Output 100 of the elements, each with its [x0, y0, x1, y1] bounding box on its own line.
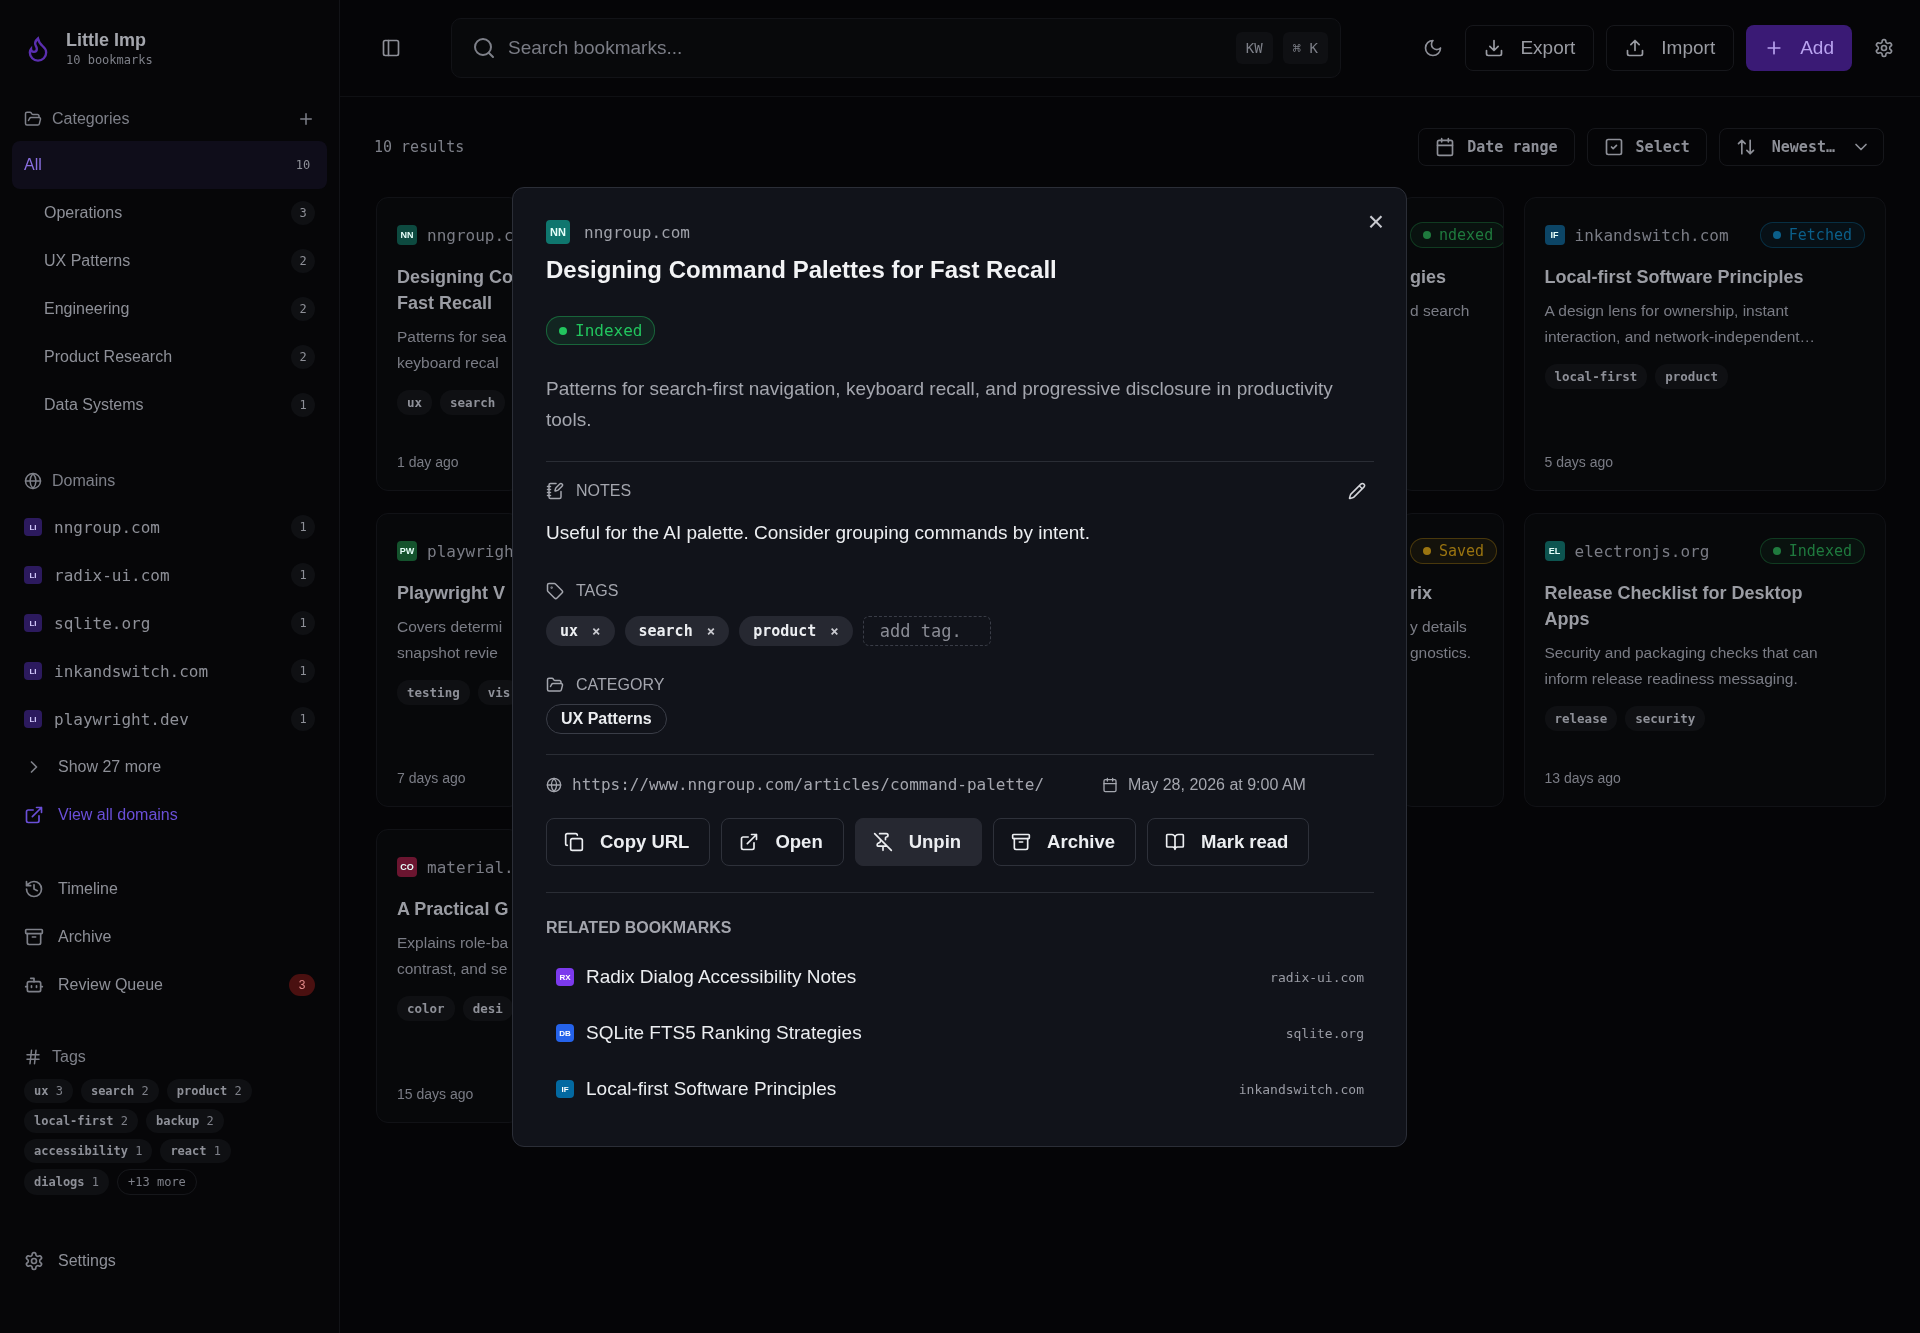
tag-input[interactable]: add tag. [862, 616, 991, 646]
calendar-icon [1435, 137, 1456, 157]
category-item[interactable]: All 10 [12, 141, 327, 189]
archive-icon [24, 927, 44, 947]
tag-count: 2 [234, 1084, 242, 1098]
favicon-initials: PW [397, 541, 417, 561]
tag-chip[interactable]: ux 3 [24, 1079, 73, 1103]
remove-tag-button[interactable]: × [830, 623, 839, 639]
search-bar[interactable]: Search bookmarks... KW ⌘ K [451, 18, 1341, 78]
action-button[interactable]: Copy URL [546, 818, 711, 866]
action-button[interactable]: Mark read [1147, 818, 1310, 866]
tag-chip[interactable]: local-first 2 [24, 1109, 138, 1133]
card-time: 13 days ago [1544, 770, 1621, 786]
domain-item[interactable]: LI playwright.dev 1 [12, 695, 327, 743]
remove-tag-button[interactable]: × [706, 623, 716, 639]
sort-dropdown[interactable]: Newest… [1718, 128, 1884, 166]
tag-chip[interactable]: search 2 [80, 1079, 159, 1103]
show-more-button[interactable]: Show 27 more [12, 743, 327, 791]
card-title: Apps [1544, 608, 1590, 631]
action-button[interactable]: Unpin [854, 818, 983, 866]
add-button[interactable]: Add [1746, 25, 1852, 71]
domain-item[interactable]: LI radix-ui.com 1 [12, 551, 327, 599]
category-item[interactable]: Product Research 2 [12, 333, 327, 381]
tag-chip: testing [397, 680, 470, 705]
favicon-initials: NN [546, 220, 570, 244]
tag-chip[interactable]: react 1 [160, 1139, 231, 1163]
remove-tag-button[interactable]: × [592, 623, 601, 639]
select-button[interactable]: Select [1586, 128, 1707, 166]
edit-icon[interactable] [1348, 482, 1366, 500]
related-bookmark[interactable]: DB SQLite FTS5 Ranking Strategies sqlite.org [546, 1005, 1374, 1061]
date-range-button[interactable]: Date range [1418, 128, 1575, 166]
card-domain: electronjs.org [1574, 541, 1710, 561]
item-count: 2 [291, 297, 315, 321]
sidebar-toggle-icon[interactable] [381, 38, 401, 58]
settings-icon[interactable] [1874, 38, 1894, 58]
tag-chip[interactable]: accessibility 1 [24, 1139, 153, 1163]
bookmark-url: https://www.nngroup.com/articles/command-palette/ [572, 775, 1044, 794]
category-item[interactable]: Engineering 2 [12, 285, 327, 333]
domain-item[interactable]: LI nngroup.com 1 [12, 503, 327, 551]
favicon-initials: IF [1544, 225, 1565, 245]
bookmark-description: Patterns for search-first navigation, keyboard recall, and progressive disclosure in productivity tools. [546, 377, 1334, 432]
favicon-initials: RX [556, 968, 574, 986]
search-field[interactable]: Search bookmarks... [506, 36, 1226, 60]
toolbar-button[interactable]: Import [1606, 25, 1735, 71]
tag-chip[interactable]: product 2 [166, 1079, 252, 1103]
card-domain: inkandswitch.com [1574, 225, 1729, 245]
favicon-initials: CO [397, 857, 417, 877]
tag-chip: product [1655, 364, 1728, 389]
close-button[interactable]: × [1367, 208, 1384, 236]
related-title: SQLite FTS5 Ranking Strategies [586, 1022, 862, 1044]
related-title: Local-first Software Principles [586, 1078, 837, 1100]
domain-item[interactable]: LI inkandswitch.com 1 [12, 647, 327, 695]
category-item[interactable]: Data Systems 1 [12, 381, 327, 429]
action-button[interactable]: Open [721, 818, 844, 866]
dialog-title: Designing Command Palettes for Fast Recall [546, 256, 1057, 284]
section-label: CATEGORY [576, 676, 665, 694]
card-description: y details [1410, 617, 1467, 637]
tag-chip[interactable]: dialogs 1 [24, 1169, 110, 1195]
section-label: NOTES [576, 482, 632, 500]
item-count: 1 [291, 611, 315, 635]
note-text: Useful for the AI palette. Consider grouping commands by intent. [546, 522, 1090, 544]
section-label: RELATED BOOKMARKS [546, 919, 732, 937]
tag-chip: color [397, 996, 455, 1021]
results-count: 10 results [374, 138, 465, 156]
moon-icon[interactable] [1423, 38, 1444, 58]
favicon-initials: DB [556, 1024, 574, 1042]
tag-count: 3 [55, 1084, 63, 1098]
nav-item[interactable]: Timeline [12, 865, 327, 913]
add-icon[interactable] [297, 110, 315, 128]
card-title: Playwright V [397, 582, 506, 605]
view-all-domains-link[interactable]: View all domains [12, 791, 327, 839]
card-title: A Practical G [397, 898, 509, 921]
pin-off-icon [872, 832, 893, 852]
card-time: 15 days ago [397, 1086, 474, 1102]
category-item[interactable]: Operations 3 [12, 189, 327, 237]
section-title: Categories [52, 110, 130, 128]
item-count: 1 [291, 659, 315, 683]
bookmark-card[interactable]: EL electronjs.org Indexed Release Checklist for Desktop Apps Security and packaging checks that can inform release readiness messaging. release security 13 days ago [1523, 513, 1886, 807]
tag-icon [546, 582, 564, 600]
related-title: Radix Dialog Accessibility Notes [586, 966, 857, 988]
toolbar-button[interactable]: Export [1465, 25, 1595, 71]
action-button[interactable]: Archive [993, 818, 1136, 866]
card-description: snapshot revie [397, 643, 498, 663]
tag-chip: desi [462, 996, 513, 1021]
settings-item[interactable]: Settings [12, 1237, 327, 1285]
category-item[interactable]: UX Patterns 2 [12, 237, 327, 285]
copy-icon [564, 832, 584, 852]
nav-item[interactable]: Review Queue 3 [12, 961, 327, 1009]
download-icon [1484, 38, 1505, 58]
bookmark-card[interactable]: IF inkandswitch.com Fetched Local-first Software Principles A design lens for ownership, instant interaction, and network-independent… local-first product 5 days ago [1523, 197, 1886, 491]
tag-chip[interactable]: backup 2 [145, 1109, 224, 1133]
related-domain: inkandswitch.com [1238, 1081, 1364, 1097]
related-bookmark[interactable]: IF Local-first Software Principles inkandswitch.com [546, 1061, 1374, 1117]
favicon-initials: LI [24, 614, 42, 632]
nav-item[interactable]: Archive [12, 913, 327, 961]
domain-item[interactable]: LI sqlite.org 1 [12, 599, 327, 647]
card-domain: material. [427, 857, 514, 877]
external-link-icon [739, 832, 760, 852]
related-bookmark[interactable]: RX Radix Dialog Accessibility Notes radix-ui.com [546, 949, 1374, 1005]
item-count: 1 [291, 707, 315, 731]
